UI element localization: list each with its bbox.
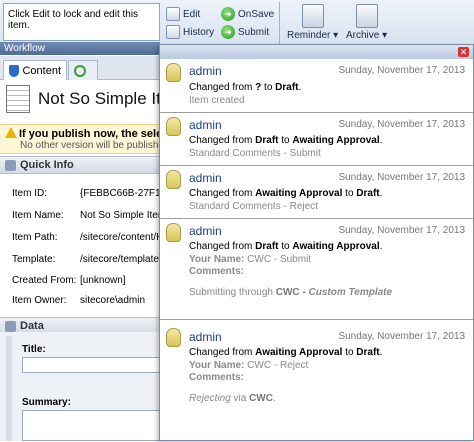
- edit-label: Edit: [183, 8, 201, 20]
- history-user[interactable]: admin: [189, 330, 222, 344]
- tab-content[interactable]: Content: [3, 60, 67, 80]
- info-key: Item Name:: [12, 210, 64, 221]
- history-comment: Rejecting via CWC.: [189, 393, 276, 404]
- history-user[interactable]: admin: [189, 171, 222, 185]
- history-change: Changed from Draft to Awaiting Approval.: [189, 135, 383, 146]
- close-icon: ✕: [459, 47, 468, 57]
- archive-label: Archive: [346, 30, 380, 41]
- comments-label: Comments:: [189, 372, 245, 383]
- info-value: /sitecore/content/H: [80, 232, 164, 243]
- close-button[interactable]: ✕: [458, 47, 469, 57]
- history-entry: admin Sunday, November 17, 2013 Changed …: [160, 113, 473, 166]
- user-avatar-icon: [166, 170, 181, 189]
- reminder-label: Reminder: [287, 30, 331, 41]
- onsave-label: OnSave: [238, 8, 275, 20]
- info-key: Item ID:: [12, 188, 48, 199]
- history-date: Sunday, November 17, 2013: [338, 119, 465, 130]
- workflow-history-popup: ✕ admin Sunday, November 17, 2013 Change…: [159, 44, 474, 441]
- history-change: Changed from ? to Draft.: [189, 82, 302, 93]
- user-avatar-icon: [166, 223, 181, 242]
- history-change: Changed from Awaiting Approval to Draft.: [189, 347, 383, 358]
- title-field[interactable]: [22, 357, 162, 373]
- onsave-button[interactable]: ➜ OnSave: [221, 7, 274, 21]
- history-comment: Submitting through CWC - Custom Template: [189, 287, 393, 298]
- data-section-title: Data: [20, 320, 44, 332]
- history-entry: admin Sunday, November 17, 2013 Changed …: [160, 320, 473, 442]
- submit-label: Submit: [238, 26, 270, 38]
- history-date: Sunday, November 17, 2013: [338, 65, 465, 76]
- field-gutter: [6, 336, 12, 441]
- chevron-down-icon: ▾: [333, 30, 339, 41]
- your-name-row: Your Name: CWC - Submit: [189, 254, 312, 265]
- summary-field-label: Summary:: [22, 397, 71, 408]
- workflow-group-label: Workflow: [0, 42, 160, 55]
- warning-icon: [5, 127, 17, 138]
- title-field-label: Title:: [22, 344, 46, 355]
- shield-icon: [9, 64, 20, 77]
- history-date: Sunday, November 17, 2013: [338, 331, 465, 342]
- history-user[interactable]: admin: [189, 64, 222, 78]
- info-value: /sitecore/templates: [80, 254, 164, 265]
- info-value: Not So Simple Item: [80, 210, 167, 221]
- collapse-icon: [5, 160, 16, 171]
- info-key: Template:: [12, 254, 56, 265]
- go-icon: ➜: [221, 25, 235, 39]
- tab-content-label: Content: [22, 64, 61, 77]
- history-user[interactable]: admin: [189, 224, 222, 238]
- collapse-icon: [5, 321, 16, 332]
- warning-title: If you publish now, the selec: [19, 128, 169, 140]
- history-entry: admin Sunday, November 17, 2013 Changed …: [160, 59, 473, 113]
- history-entry: admin Sunday, November 17, 2013 Changed …: [160, 166, 473, 219]
- user-avatar-icon: [166, 63, 181, 82]
- chevron-down-icon: ▾: [382, 30, 388, 41]
- comments-label: Comments:: [189, 266, 245, 277]
- item-title: Not So Simple Ite: [38, 89, 171, 108]
- tab-search[interactable]: [68, 60, 98, 80]
- info-value: [unknown]: [80, 275, 126, 286]
- user-avatar-icon: [166, 117, 181, 136]
- reminder-icon: [301, 4, 324, 28]
- summary-field[interactable]: [22, 410, 162, 441]
- info-value: {FEBBC66B-27F1-4: [80, 188, 170, 199]
- info-value: sitecore\admin: [80, 295, 146, 306]
- history-note: Standard Comments - Submit: [189, 148, 321, 159]
- info-key: Item Path:: [12, 232, 58, 243]
- info-key: Item Owner:: [12, 295, 67, 306]
- history-button[interactable]: History: [166, 25, 214, 39]
- history-entry: admin Sunday, November 17, 2013 Changed …: [160, 219, 473, 320]
- history-icon: [166, 25, 180, 39]
- your-name-row: Your Name: CWC - Reject: [189, 360, 309, 371]
- archive-icon: [355, 4, 378, 28]
- go-icon: ➜: [221, 7, 235, 21]
- popup-titlebar: ✕: [160, 45, 473, 59]
- reminder-button[interactable]: Reminder ▾: [287, 4, 338, 41]
- lock-message: Click Edit to lock and edit this item.: [3, 3, 160, 41]
- edit-button[interactable]: Edit: [166, 7, 200, 21]
- history-change: Changed from Draft to Awaiting Approval.: [189, 241, 383, 252]
- edit-icon: [166, 7, 180, 21]
- history-label: History: [183, 26, 215, 38]
- info-key: Created From:: [12, 275, 77, 286]
- search-icon: [74, 64, 86, 77]
- user-avatar-icon: [166, 328, 181, 347]
- history-date: Sunday, November 17, 2013: [338, 225, 465, 236]
- history-user[interactable]: admin: [189, 118, 222, 132]
- history-date: Sunday, November 17, 2013: [338, 172, 465, 183]
- quick-info-title: Quick Info: [20, 159, 74, 171]
- submit-button[interactable]: ➜ Submit: [221, 25, 269, 39]
- document-icon: [6, 85, 30, 113]
- history-note: Standard Comments - Reject: [189, 201, 318, 212]
- history-note: Item created: [189, 95, 245, 106]
- archive-button[interactable]: Archive ▾: [346, 4, 387, 41]
- history-change: Changed from Awaiting Approval to Draft.: [189, 188, 383, 199]
